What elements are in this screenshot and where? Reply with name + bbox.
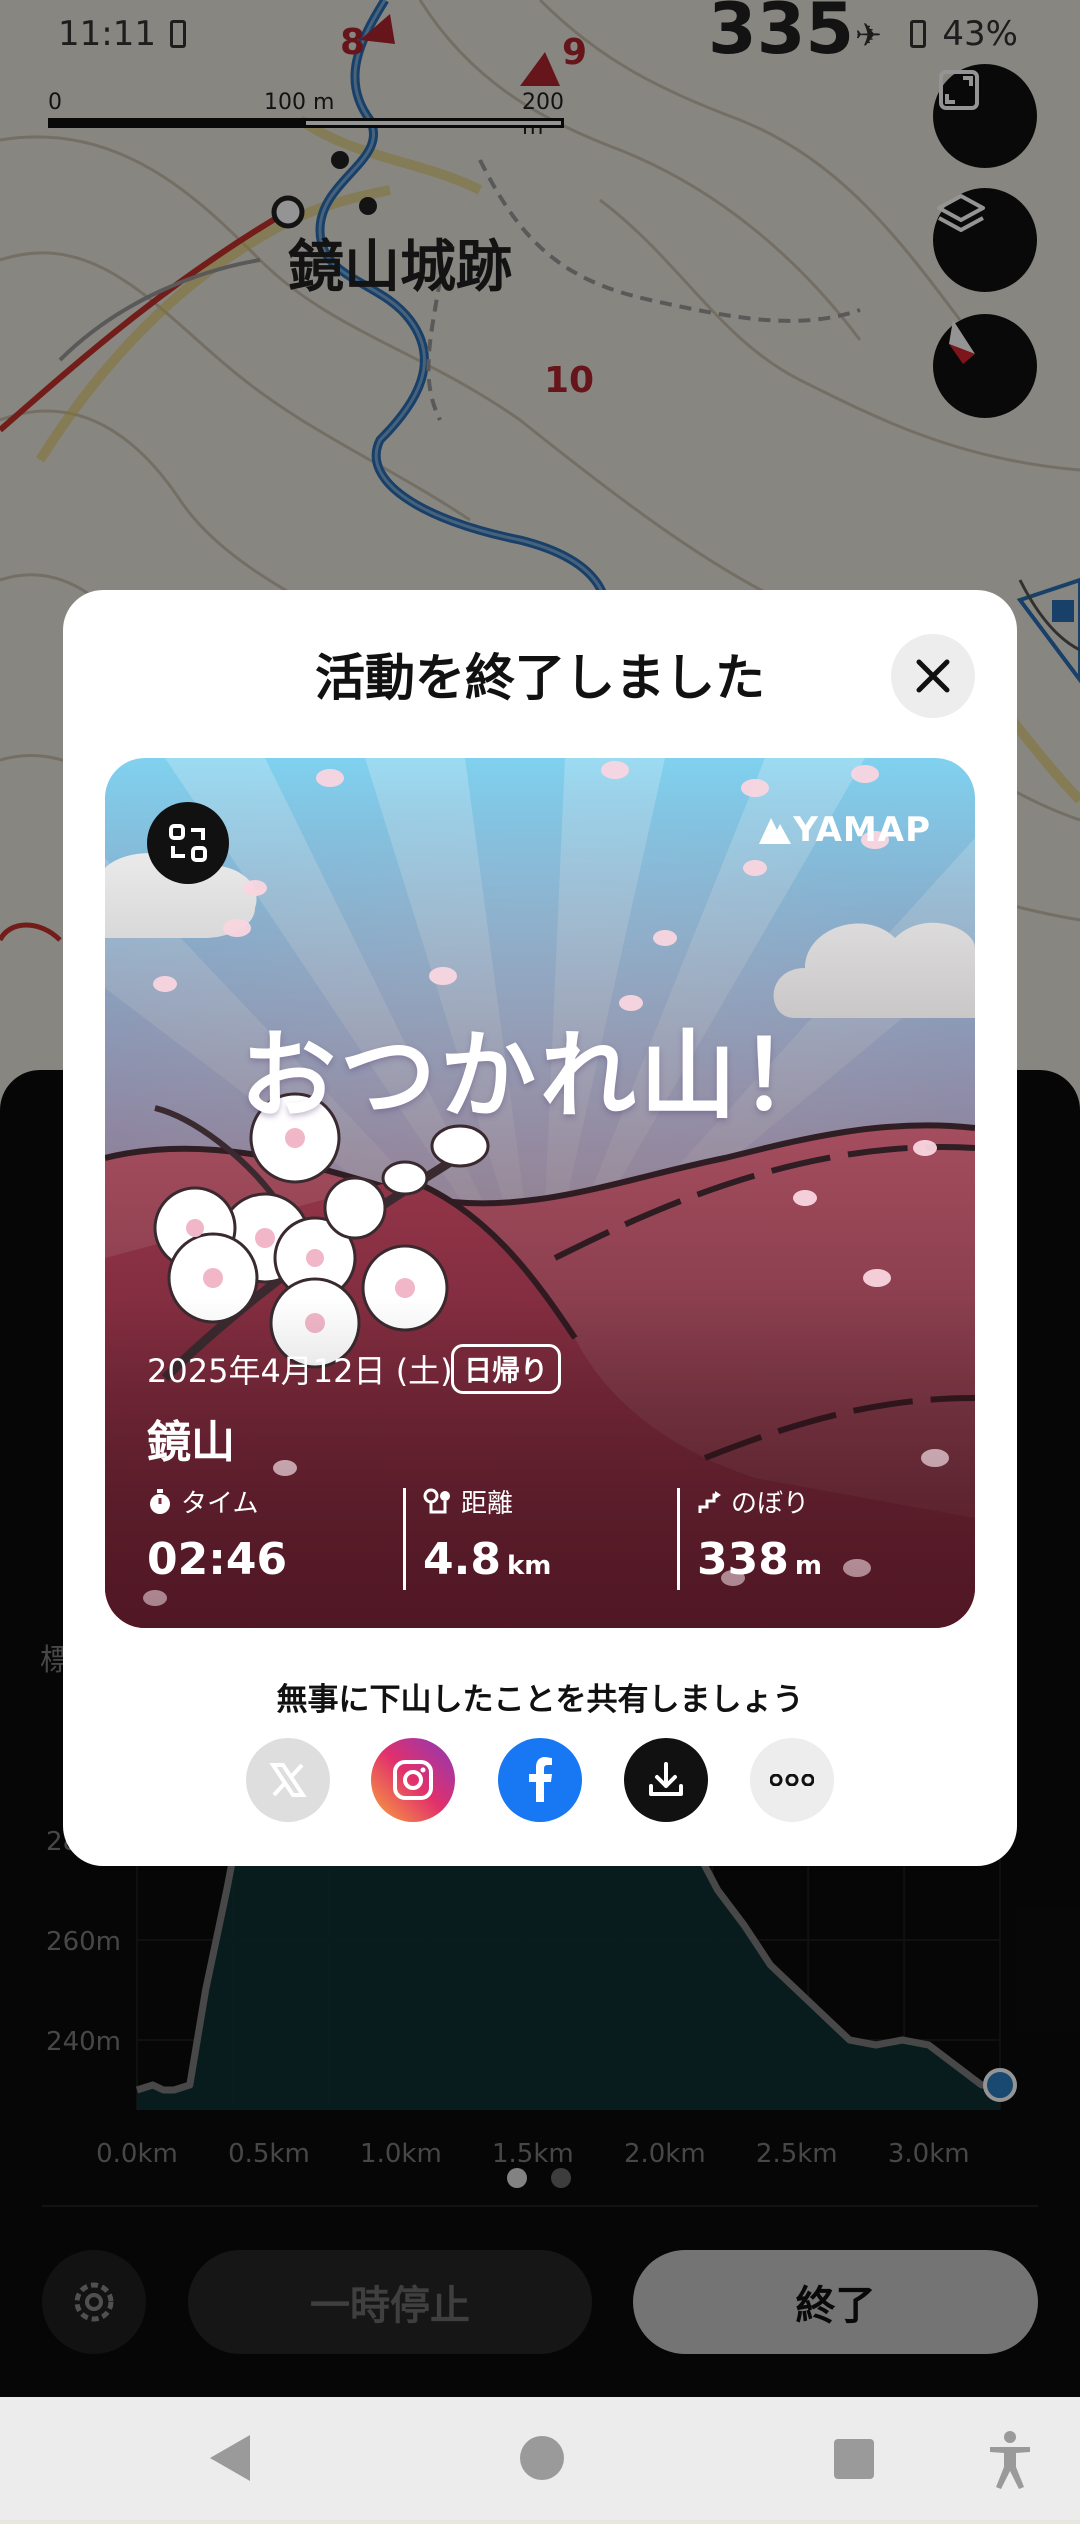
- activity-finished-dialog: 活動を終了しました YAMAP おつかれ山！ 2025年4月12日 (土) 日帰…: [63, 590, 1017, 1866]
- swap-icon: [169, 824, 207, 862]
- day-trip-badge: 日帰り: [451, 1344, 562, 1394]
- instagram-icon: [393, 1760, 433, 1800]
- stat-divider: [677, 1488, 680, 1590]
- summary-card: YAMAP おつかれ山！ 2025年4月12日 (土) 日帰り 鏡山 タイム 0…: [105, 758, 975, 1628]
- stat-time-value: 02:46: [147, 1534, 288, 1585]
- stat-ascent-label: のぼり: [731, 1489, 810, 1519]
- nav-icons: [210, 2431, 1030, 2489]
- swap-card-button[interactable]: [147, 802, 229, 884]
- download-icon: [649, 1762, 683, 1796]
- route-icon: [423, 1488, 450, 1513]
- ascent-icon: [698, 1490, 721, 1513]
- stat-distance: 距離 4.8 km: [423, 1483, 551, 1585]
- share-x-button[interactable]: [246, 1738, 330, 1822]
- share-instagram-button[interactable]: [371, 1738, 455, 1822]
- system-nav-bar: [0, 2397, 1080, 2520]
- download-button[interactable]: [624, 1738, 708, 1822]
- share-facebook-button[interactable]: [498, 1738, 582, 1822]
- stat-ascent-unit: m: [794, 1551, 822, 1581]
- stat-distance-label: 距離: [461, 1489, 514, 1519]
- accessibility-icon[interactable]: [990, 2431, 1030, 2489]
- x-logo-icon: [269, 1763, 307, 1797]
- more-share-button[interactable]: [750, 1738, 834, 1822]
- activity-date: 2025年4月12日 (土): [147, 1352, 453, 1390]
- mountain-name: 鏡山: [147, 1417, 235, 1468]
- stat-ascent: のぼり 338 m: [697, 1483, 822, 1585]
- stat-divider: [403, 1488, 406, 1590]
- more-icon: [770, 1774, 814, 1786]
- back-icon[interactable]: [210, 2435, 250, 2481]
- close-button[interactable]: [891, 634, 975, 718]
- stat-distance-value: 4.8: [423, 1534, 501, 1585]
- recents-icon[interactable]: [834, 2439, 874, 2479]
- brand-name: YAMAP: [793, 810, 931, 850]
- card-headline: おつかれ山！: [240, 1020, 840, 1132]
- stat-time-label: タイム: [181, 1489, 259, 1519]
- share-prompt: 無事に下山したことを共有しましょう: [276, 1682, 804, 1718]
- home-icon[interactable]: [520, 2436, 564, 2480]
- facebook-icon: [529, 1757, 552, 1802]
- mountain-logo-icon: [759, 818, 792, 844]
- stat-time: タイム 02:46: [147, 1483, 287, 1585]
- close-icon: [916, 659, 950, 693]
- dialog-title: 活動を終了しました: [315, 649, 765, 707]
- stat-distance-unit: km: [506, 1551, 552, 1581]
- stopwatch-icon: [150, 1488, 170, 1514]
- stat-ascent-value: 338: [697, 1534, 789, 1585]
- yamap-logo: YAMAP: [757, 810, 931, 850]
